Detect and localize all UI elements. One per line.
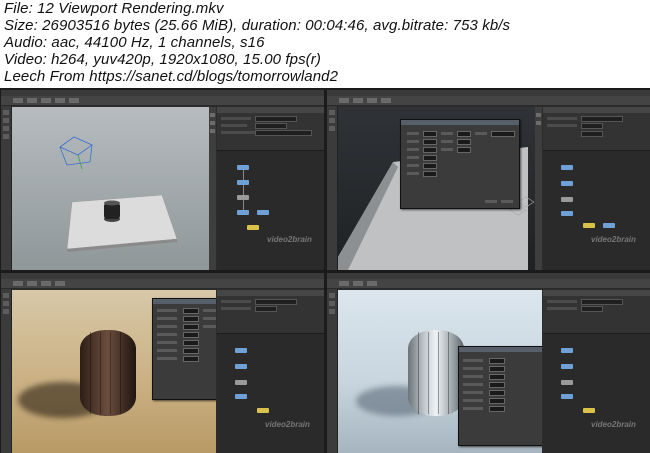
node[interactable] bbox=[561, 348, 573, 353]
node[interactable] bbox=[603, 223, 615, 228]
toolbar bbox=[327, 279, 650, 289]
accept-button[interactable] bbox=[485, 200, 497, 203]
node-network[interactable]: video2brain bbox=[543, 333, 650, 453]
node-network[interactable]: video2brain bbox=[217, 333, 324, 453]
node[interactable] bbox=[583, 223, 595, 228]
watermark: video2brain bbox=[267, 235, 312, 244]
node[interactable] bbox=[235, 348, 247, 353]
file-name-line: File: 12 Viewport Rendering.mkv bbox=[4, 0, 224, 17]
scene-viewport[interactable] bbox=[12, 290, 216, 453]
audio-info-line: Audio: aac, 44100 Hz, 1 channels, s16 bbox=[4, 34, 265, 51]
scene-viewport[interactable] bbox=[12, 107, 216, 270]
node[interactable] bbox=[561, 181, 573, 186]
node-network[interactable]: video2brain bbox=[543, 150, 650, 270]
toolbar bbox=[327, 96, 650, 106]
scene-viewport[interactable] bbox=[338, 290, 542, 453]
render-settings-dialog[interactable] bbox=[400, 119, 520, 209]
video-info-line: Video: h264, yuv420p, 1920x1080, 15.00 f… bbox=[4, 51, 321, 68]
light-settings-dialog[interactable] bbox=[152, 298, 216, 400]
node[interactable] bbox=[561, 394, 573, 399]
thumbnail-2[interactable]: video2brain bbox=[327, 90, 650, 270]
node[interactable] bbox=[235, 380, 247, 385]
thumbnail-3[interactable]: video2brain bbox=[1, 273, 324, 453]
node[interactable] bbox=[257, 210, 269, 215]
barrel-model[interactable] bbox=[408, 330, 464, 416]
thumbnail-grid: video2brain video2brain video2brain vide… bbox=[0, 88, 650, 453]
toolbar bbox=[1, 96, 324, 106]
tool-shelf bbox=[1, 106, 12, 270]
leech-source-line: Leech From https://sanet.cd/blogs/tomorr… bbox=[4, 68, 339, 85]
toolbar bbox=[1, 279, 324, 289]
tool-shelf bbox=[327, 106, 338, 270]
thumbnail-1[interactable]: video2brain bbox=[1, 90, 324, 270]
dialog-title-bar[interactable] bbox=[459, 347, 542, 352]
scene-drawing bbox=[59, 136, 178, 252]
node[interactable] bbox=[257, 408, 269, 413]
cancel-button[interactable] bbox=[501, 200, 513, 203]
tool-shelf bbox=[327, 289, 338, 453]
node[interactable] bbox=[237, 210, 249, 215]
node[interactable] bbox=[235, 364, 247, 369]
node[interactable] bbox=[561, 197, 573, 202]
watermark: video2brain bbox=[265, 420, 310, 429]
node-network[interactable]: video2brain bbox=[217, 150, 324, 270]
node[interactable] bbox=[235, 394, 247, 399]
file-size-line: Size: 26903516 bytes (25.66 MiB), durati… bbox=[4, 17, 511, 34]
node[interactable] bbox=[583, 408, 595, 413]
thumbnail-4[interactable]: video2brain bbox=[327, 273, 650, 453]
node[interactable] bbox=[561, 211, 573, 216]
light-settings-dialog[interactable] bbox=[458, 346, 542, 446]
dialog-title-bar[interactable] bbox=[401, 120, 519, 125]
watermark: video2brain bbox=[591, 420, 636, 429]
node[interactable] bbox=[561, 165, 573, 170]
viewport-tools bbox=[209, 107, 216, 270]
camera-gizmo-icon bbox=[59, 136, 93, 166]
node[interactable] bbox=[561, 364, 573, 369]
barrel-model[interactable] bbox=[80, 330, 136, 416]
dialog-title-bar[interactable] bbox=[153, 299, 216, 304]
node[interactable] bbox=[247, 225, 259, 230]
scene-viewport[interactable] bbox=[338, 107, 542, 270]
watermark: video2brain bbox=[591, 235, 636, 244]
tool-shelf bbox=[1, 289, 12, 453]
node[interactable] bbox=[561, 380, 573, 385]
viewport-tools bbox=[535, 107, 542, 270]
media-info-header: File: 12 Viewport Rendering.mkv Size: 26… bbox=[4, 0, 644, 85]
